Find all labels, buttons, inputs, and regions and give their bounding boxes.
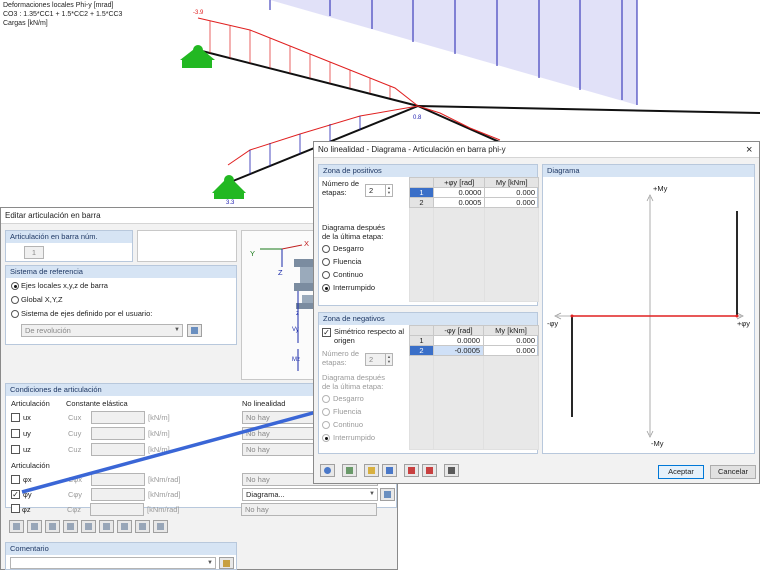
m-column-header: My [kNm] — [483, 325, 539, 336]
table-row[interactable]: 2 -0.0005 0.000 — [409, 345, 539, 356]
m-cell[interactable]: 0.000 — [483, 345, 539, 356]
spinner-arrows-icon[interactable]: ▲ ▼ — [385, 354, 392, 365]
positive-option-label: Continuo — [333, 270, 364, 279]
negative-zone-header: Zona de negativos — [319, 313, 537, 325]
diagram-plus-phi-label: +φy — [737, 319, 750, 328]
negative-steps-spinner[interactable]: 2 ▲ ▼ — [365, 353, 393, 366]
phi-column-header: +φy [rad] — [432, 177, 486, 188]
negative-option-label: Fluencia — [333, 407, 362, 416]
positive-table: +φy [rad] My [kNm] 1 0.0000 0.000 2 0.00… — [409, 177, 539, 302]
index-column-header — [409, 325, 434, 336]
table-header-row: -φy [rad] My [kNm] — [409, 325, 539, 336]
negative-radio-interrumpido[interactable] — [322, 434, 330, 442]
positive-option-label: Interrumpido — [333, 283, 376, 292]
row-index[interactable]: 2 — [409, 197, 434, 208]
dialog-title: No linealidad - Diagrama - Articulación … — [314, 142, 759, 158]
row-index[interactable]: 1 — [409, 187, 434, 198]
negative-radio-fluencia[interactable] — [322, 408, 330, 416]
calculator-button[interactable] — [342, 464, 357, 477]
table-row[interactable]: 2 0.0005 0.000 — [409, 197, 539, 208]
positive-radio-continuo[interactable] — [322, 271, 330, 279]
positive-after-label: de la última etapa: — [322, 232, 384, 241]
cancel-button[interactable]: Cancelar — [710, 465, 756, 479]
negative-zone-group: Zona de negativos ✓ Simétrico respecto a… — [318, 312, 539, 454]
nonlinearity-dialog: No linealidad - Diagrama - Articulación … — [313, 141, 760, 484]
negative-table: -φy [rad] My [kNm] 1 0.0000 0.000 2 -0.0… — [409, 325, 539, 450]
help-button[interactable] — [320, 464, 335, 477]
negative-after-label: de la última etapa: — [322, 382, 384, 391]
phi-cell[interactable]: 0.0005 — [432, 197, 486, 208]
positive-option-label: Fluencia — [333, 257, 362, 266]
empty-cell — [409, 207, 434, 302]
empty-cell — [483, 355, 539, 450]
symmetric-checkbox[interactable]: ✓ — [322, 328, 331, 337]
positive-steps-label: etapas: — [322, 188, 347, 197]
diagram-minus-phi-label: -φy — [547, 319, 559, 328]
table-row[interactable]: 1 0.0000 0.000 — [409, 187, 539, 198]
phi-cell[interactable]: -0.0005 — [432, 345, 485, 356]
negative-steps-value: 2 — [369, 355, 374, 364]
empty-cell — [484, 207, 539, 302]
diagram-minus-m-label: -My — [651, 439, 664, 448]
phi-cell[interactable]: 0.0000 — [432, 335, 485, 346]
row-index[interactable]: 1 — [409, 335, 434, 346]
dialog-bottom-toolbar — [320, 464, 470, 480]
negative-radio-desgarro[interactable] — [322, 395, 330, 403]
empty-cell — [409, 355, 434, 450]
phi-cell[interactable]: 0.0000 — [432, 187, 486, 198]
positive-radio-interrumpido[interactable] — [322, 284, 330, 292]
m-column-header: My [kNm] — [484, 177, 539, 188]
positive-zone-header: Zona de positivos — [319, 165, 537, 177]
curve-point — [570, 314, 574, 318]
m-cell[interactable]: 0.000 — [483, 335, 539, 346]
positive-steps-spinner[interactable]: 2 ▲ ▼ — [365, 184, 393, 197]
positive-radio-desgarro[interactable] — [322, 245, 330, 253]
close-icon[interactable]: × — [746, 144, 752, 156]
table-filler-row — [409, 207, 539, 302]
phi-column-header: -φy [rad] — [432, 325, 485, 336]
save-button[interactable] — [382, 464, 397, 477]
table-filler-row — [409, 355, 539, 450]
index-column-header — [409, 177, 434, 188]
m-cell[interactable]: 0.000 — [484, 187, 539, 198]
table-header-row: +φy [rad] My [kNm] — [409, 177, 539, 188]
diagram-plus-m-label: +My — [653, 184, 668, 193]
positive-radio-fluencia[interactable] — [322, 258, 330, 266]
negative-option-label: Desgarro — [333, 394, 364, 403]
positive-steps-value: 2 — [369, 186, 374, 195]
export-button[interactable] — [422, 464, 437, 477]
table-row[interactable]: 1 0.0000 0.000 — [409, 335, 539, 346]
negative-option-label: Continuo — [333, 420, 364, 429]
open-folder-button[interactable] — [364, 464, 379, 477]
diagram-plot — [554, 194, 744, 438]
positive-option-label: Desgarro — [333, 244, 364, 253]
m-cell[interactable]: 0.000 — [484, 197, 539, 208]
negative-option-label: Interrumpido — [333, 433, 376, 442]
empty-cell — [432, 207, 486, 302]
empty-cell — [432, 355, 485, 450]
symmetric-label: origen — [334, 336, 355, 345]
negative-steps-label: etapas: — [322, 358, 347, 367]
import-button[interactable] — [404, 464, 419, 477]
table-button[interactable] — [444, 464, 459, 477]
accept-button[interactable]: Aceptar — [658, 465, 704, 479]
positive-zone-group: Zona de positivos Número de etapas: 2 ▲ ▼… — [318, 164, 539, 306]
diagram-group: Diagrama +My -My +φy -φy — [542, 164, 755, 454]
row-index[interactable]: 2 — [409, 345, 434, 356]
negative-radio-continuo[interactable] — [322, 421, 330, 429]
dialog-title-text: No linealidad - Diagrama - Articulación … — [318, 145, 506, 154]
spinner-arrows-icon[interactable]: ▲ ▼ — [385, 185, 392, 196]
curve-point — [735, 314, 739, 318]
